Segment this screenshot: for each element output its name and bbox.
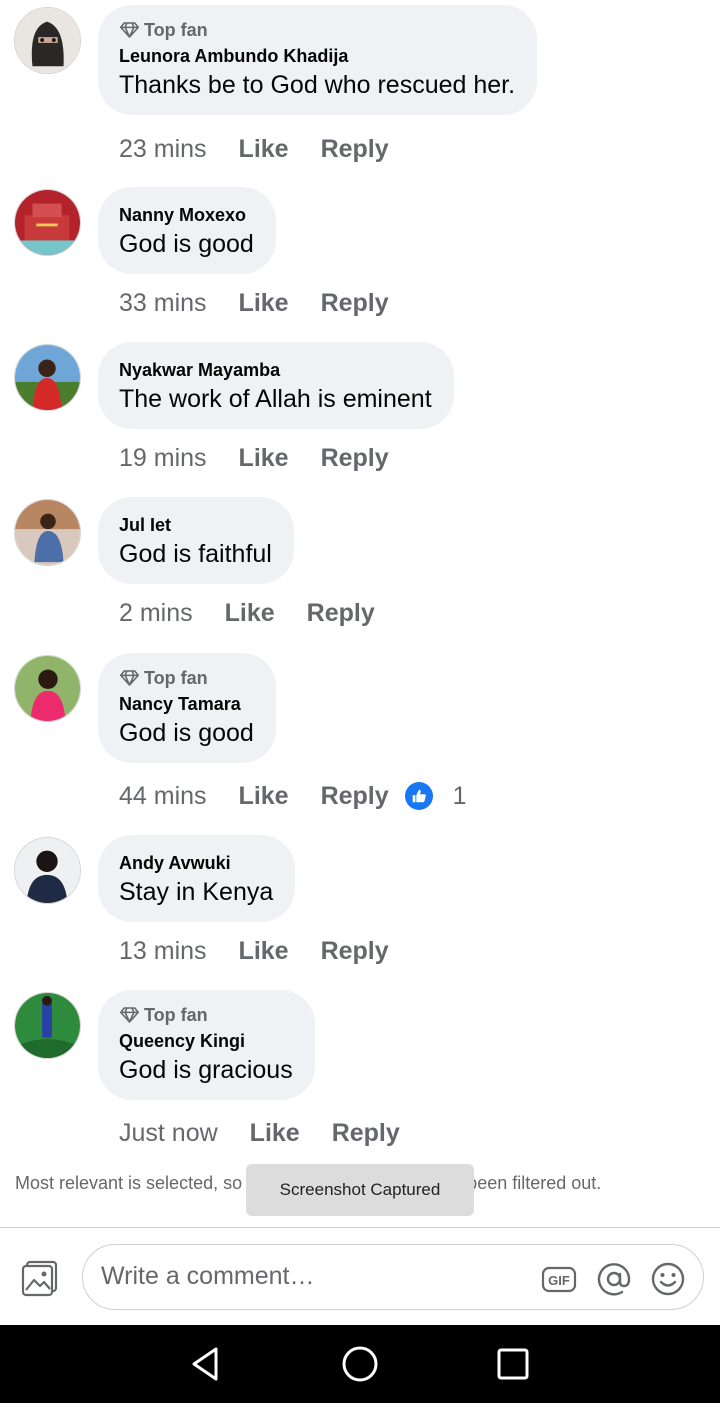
comment-text: God is good bbox=[119, 230, 254, 258]
comment-time[interactable]: 33 mins bbox=[119, 289, 207, 318]
recents-icon[interactable] bbox=[493, 1344, 533, 1384]
like-button[interactable]: Like bbox=[225, 599, 275, 628]
reaction-summary[interactable]: 1 bbox=[404, 781, 467, 811]
back-icon[interactable] bbox=[186, 1344, 226, 1384]
top-fan-label: Top fan bbox=[144, 1004, 208, 1025]
comment-time[interactable]: 19 mins bbox=[119, 444, 207, 473]
comment-placeholder: Write a comment… bbox=[101, 1262, 315, 1290]
comment-bubble[interactable]: Nyakwar Mayamba The work of Allah is emi… bbox=[98, 342, 454, 429]
comment-bubble[interactable]: Jul Iet God is faithful bbox=[98, 497, 294, 584]
home-icon[interactable] bbox=[340, 1344, 380, 1384]
comment-bubble[interactable]: Top fan Nancy Tamara God is good bbox=[98, 653, 276, 763]
comment-time[interactable]: 13 mins bbox=[119, 937, 207, 966]
top-fan-badge: Top fan bbox=[119, 1003, 293, 1027]
top-fan-badge: Top fan bbox=[119, 666, 254, 690]
comment-author[interactable]: Andy Avwuki bbox=[119, 851, 273, 875]
comment-composer: Write a comment… GIF bbox=[0, 1227, 720, 1325]
emoji-icon[interactable] bbox=[650, 1261, 686, 1297]
comment-author[interactable]: Nancy Tamara bbox=[119, 692, 254, 716]
comment-actions: 13 mins Like Reply bbox=[119, 935, 389, 967]
comment-time[interactable]: 2 mins bbox=[119, 599, 193, 628]
comment-author[interactable]: Queency Kingi bbox=[119, 1029, 293, 1053]
like-button[interactable]: Like bbox=[239, 782, 289, 811]
comment-text: God is good bbox=[119, 719, 254, 747]
comment-text: The work of Allah is eminent bbox=[119, 385, 432, 413]
reply-button[interactable]: Reply bbox=[307, 599, 375, 628]
avatar[interactable] bbox=[14, 837, 81, 904]
comment-text: Thanks be to God who rescued her. bbox=[119, 71, 516, 99]
comment-actions: 19 mins Like Reply bbox=[119, 442, 389, 474]
avatar[interactable] bbox=[14, 499, 81, 566]
comment-list: Top fan Leunora Ambundo Khadija Thanks b… bbox=[0, 0, 720, 1225]
avatar[interactable] bbox=[14, 655, 81, 722]
comment-actions: 44 mins Like Reply 1 bbox=[119, 780, 467, 812]
top-fan-badge: Top fan bbox=[119, 18, 515, 42]
comment-bubble[interactable]: Andy Avwuki Stay in Kenya bbox=[98, 835, 296, 922]
reply-button[interactable]: Reply bbox=[321, 782, 389, 811]
reply-button[interactable]: Reply bbox=[321, 937, 389, 966]
comment-time[interactable]: Just now bbox=[119, 1119, 218, 1148]
comment-actions: 2 mins Like Reply bbox=[119, 597, 375, 629]
avatar[interactable] bbox=[14, 992, 81, 1059]
comment-input[interactable]: Write a comment… GIF bbox=[82, 1244, 704, 1310]
comment-actions: Just now Like Reply bbox=[119, 1117, 400, 1149]
comment-author[interactable]: Leunora Ambundo Khadija bbox=[119, 44, 515, 68]
gif-icon[interactable]: GIF bbox=[541, 1261, 577, 1297]
like-button[interactable]: Like bbox=[239, 135, 289, 164]
top-fan-label: Top fan bbox=[144, 19, 208, 40]
reply-button[interactable]: Reply bbox=[321, 135, 389, 164]
diamond-icon bbox=[119, 1007, 140, 1023]
comment-actions: 23 mins Like Reply bbox=[119, 133, 389, 165]
avatar[interactable] bbox=[14, 189, 81, 256]
comments-screen: Top fan Leunora Ambundo Khadija Thanks b… bbox=[0, 0, 720, 1403]
avatar[interactable] bbox=[14, 344, 81, 411]
reaction-count: 1 bbox=[452, 781, 467, 810]
like-button[interactable]: Like bbox=[239, 937, 289, 966]
photo-icon[interactable] bbox=[20, 1258, 60, 1298]
svg-text:GIF: GIF bbox=[548, 1273, 570, 1288]
comment-author[interactable]: Nanny Moxexo bbox=[119, 203, 254, 227]
comment-bubble[interactable]: Nanny Moxexo God is good bbox=[98, 187, 276, 274]
system-navigation-bar bbox=[0, 1325, 720, 1403]
like-button[interactable]: Like bbox=[239, 444, 289, 473]
comment-text: God is gracious bbox=[119, 1056, 293, 1084]
like-button[interactable]: Like bbox=[250, 1119, 300, 1148]
diamond-icon bbox=[119, 670, 140, 686]
comment-time[interactable]: 44 mins bbox=[119, 782, 207, 811]
comment-bubble[interactable]: Top fan Queency Kingi God is gracious bbox=[98, 990, 315, 1100]
comment-author[interactable]: Nyakwar Mayamba bbox=[119, 358, 432, 382]
like-button[interactable]: Like bbox=[239, 289, 289, 318]
thumbs-up-icon bbox=[404, 782, 433, 810]
reply-button[interactable]: Reply bbox=[321, 289, 389, 318]
avatar[interactable] bbox=[14, 7, 81, 74]
comment-time[interactable]: 23 mins bbox=[119, 135, 207, 164]
screenshot-toast: Screenshot Captured bbox=[246, 1164, 474, 1216]
comment-bubble[interactable]: Top fan Leunora Ambundo Khadija Thanks b… bbox=[98, 5, 538, 115]
comment-text: God is faithful bbox=[119, 540, 272, 568]
at-icon[interactable] bbox=[596, 1261, 632, 1297]
comment-text: Stay in Kenya bbox=[119, 878, 274, 906]
reply-button[interactable]: Reply bbox=[321, 444, 389, 473]
comment-author[interactable]: Jul Iet bbox=[119, 513, 272, 537]
reply-button[interactable]: Reply bbox=[332, 1119, 400, 1148]
diamond-icon bbox=[119, 22, 140, 38]
comment-actions: 33 mins Like Reply bbox=[119, 287, 389, 319]
top-fan-label: Top fan bbox=[144, 667, 208, 688]
